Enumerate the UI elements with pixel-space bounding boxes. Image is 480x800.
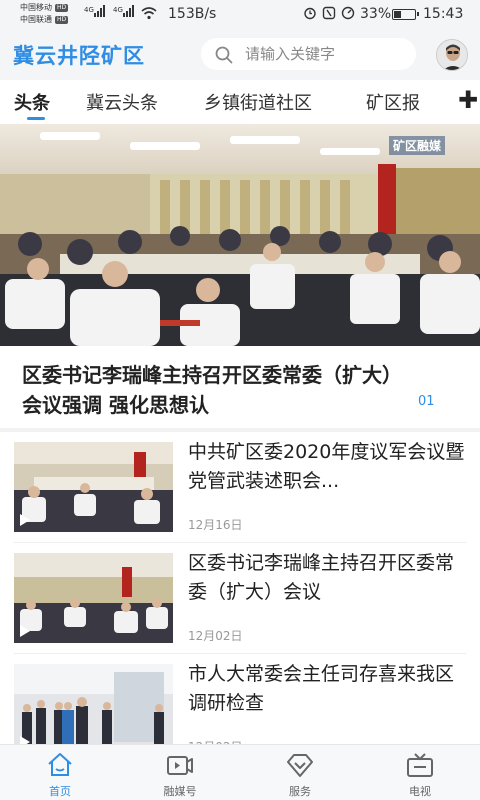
network-type-1: 4G (84, 6, 94, 14)
bottom-navigation: 首页 融媒号 服务 电视 (0, 744, 480, 800)
news-list-item[interactable]: 中共矿区委2020年度议军会议暨党管武装述职会... 12月16日 (0, 432, 480, 543)
hero-title-fade (330, 390, 390, 420)
status-clock: 15:43 (423, 6, 464, 22)
carrier-2: 中国联通 HD (20, 15, 69, 24)
nav-tv-label: 电视 (409, 785, 431, 798)
hero-banner-image[interactable]: 矿区融媒 (0, 124, 480, 346)
news-title: 市人大常委会主任司存喜来我区调研检查 (188, 663, 455, 714)
active-tab-indicator (27, 117, 45, 120)
news-date: 12月02日 (188, 629, 243, 643)
nav-media-account-label: 融媒号 (163, 785, 197, 798)
service-icon (287, 754, 313, 777)
nav-home-label: 首页 (49, 785, 71, 798)
tab-toutiao[interactable]: 头条 (14, 89, 50, 115)
carrier-1: 中国移动 HD (20, 3, 69, 12)
nav-service-label: 服务 (289, 785, 311, 798)
app-title: 冀云井陉矿区 (13, 44, 145, 68)
search-box[interactable] (201, 38, 416, 70)
news-title: 区委书记李瑞峰主持召开区委常委（扩大）会议 (188, 552, 455, 603)
status-bar: 中国移动 HD 中国联通 HD 4G 4G 153B/s 33% 15:43 (0, 0, 480, 28)
meeting-photo (0, 124, 480, 346)
signal-icon-2 (123, 5, 134, 17)
home-icon (48, 753, 72, 776)
news-thumbnail (14, 664, 173, 754)
nav-service[interactable]: 服务 (240, 745, 360, 800)
news-date: 12月16日 (188, 518, 243, 532)
battery-icon (392, 9, 419, 20)
avatar[interactable] (436, 39, 468, 71)
signal-icon (94, 5, 105, 17)
news-list-item[interactable]: 区委书记李瑞峰主持召开区委常委（扩大）会议 12月02日 (0, 543, 480, 654)
news-thumbnail (14, 553, 173, 643)
tv-icon (407, 753, 433, 777)
wifi-icon (141, 7, 157, 20)
network-type-2: 4G (113, 6, 123, 14)
play-icon (20, 514, 30, 526)
nav-home[interactable]: 首页 (0, 745, 120, 800)
media-watermark: 矿区融媒 (388, 136, 445, 155)
nav-tv[interactable]: 电视 (360, 745, 480, 800)
play-icon (20, 625, 30, 637)
tab-township-community[interactable]: 乡镇街道社区 (204, 89, 312, 115)
nav-media-account[interactable]: 融媒号 (120, 745, 240, 800)
news-thumbnail (14, 442, 173, 532)
tab-district-paper[interactable]: 矿区报 (366, 89, 420, 115)
hero-caption[interactable]: 区委书记李瑞峰主持召开区委常委（扩大）会议强调 强化思想认 01 (0, 346, 480, 430)
channel-tabs: 头条 冀云头条 乡镇街道社区 矿区报 ✚ (0, 80, 480, 124)
search-icon (215, 46, 233, 64)
add-channel-icon[interactable]: ✚ (458, 86, 478, 114)
video-icon (167, 756, 193, 775)
app-header: 冀云井陉矿区 (0, 28, 480, 80)
avatar-image (437, 40, 467, 70)
alarm-icon (304, 7, 316, 20)
inspection-thumbnail (14, 664, 173, 754)
battery-percent: 33% (360, 6, 392, 22)
search-input[interactable] (245, 38, 405, 70)
speed-gauge-icon (341, 6, 355, 20)
carousel-page-indicator: 01 (418, 394, 435, 409)
net-speed: 153B/s (168, 6, 217, 22)
meeting-thumbnail (14, 553, 173, 643)
nfc-icon (322, 6, 336, 20)
meeting-thumbnail (14, 442, 173, 532)
news-title: 中共矿区委2020年度议军会议暨党管武装述职会... (188, 441, 465, 492)
tab-jiyun-toutiao[interactable]: 冀云头条 (86, 89, 158, 115)
